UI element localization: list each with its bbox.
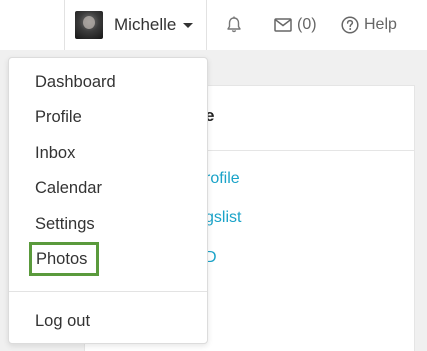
question-circle-icon <box>341 16 359 34</box>
menu-item-inbox[interactable]: Inbox <box>35 144 75 163</box>
menu-item-profile[interactable]: Profile <box>35 108 82 127</box>
messages-count: (0) <box>297 16 317 33</box>
help-button[interactable]: Help <box>341 0 397 50</box>
bell-icon <box>227 16 241 33</box>
avatar <box>75 11 103 39</box>
menu-item-logout[interactable]: Log out <box>35 312 90 331</box>
caret-down-icon <box>183 22 194 28</box>
top-navbar: Michelle (0) Help <box>0 0 427 50</box>
user-name: Michelle <box>114 15 177 34</box>
messages-button[interactable]: (0) <box>274 0 317 50</box>
card-link-list[interactable]: gslist <box>205 209 241 227</box>
menu-item-calendar[interactable]: Calendar <box>35 179 102 198</box>
help-label: Help <box>364 16 397 33</box>
menu-item-dashboard[interactable]: Dashboard <box>35 73 116 92</box>
menu-item-photos[interactable]: Photos <box>29 242 99 276</box>
envelope-icon <box>274 18 292 32</box>
menu-item-settings[interactable]: Settings <box>35 215 95 234</box>
menu-divider <box>9 291 207 292</box>
notifications-button[interactable] <box>224 0 248 50</box>
user-dropdown-menu: Dashboard Profile Inbox Calendar Setting… <box>8 57 208 344</box>
card-link-profile[interactable]: rofile <box>205 170 240 188</box>
user-menu-button[interactable]: Michelle <box>64 0 207 50</box>
